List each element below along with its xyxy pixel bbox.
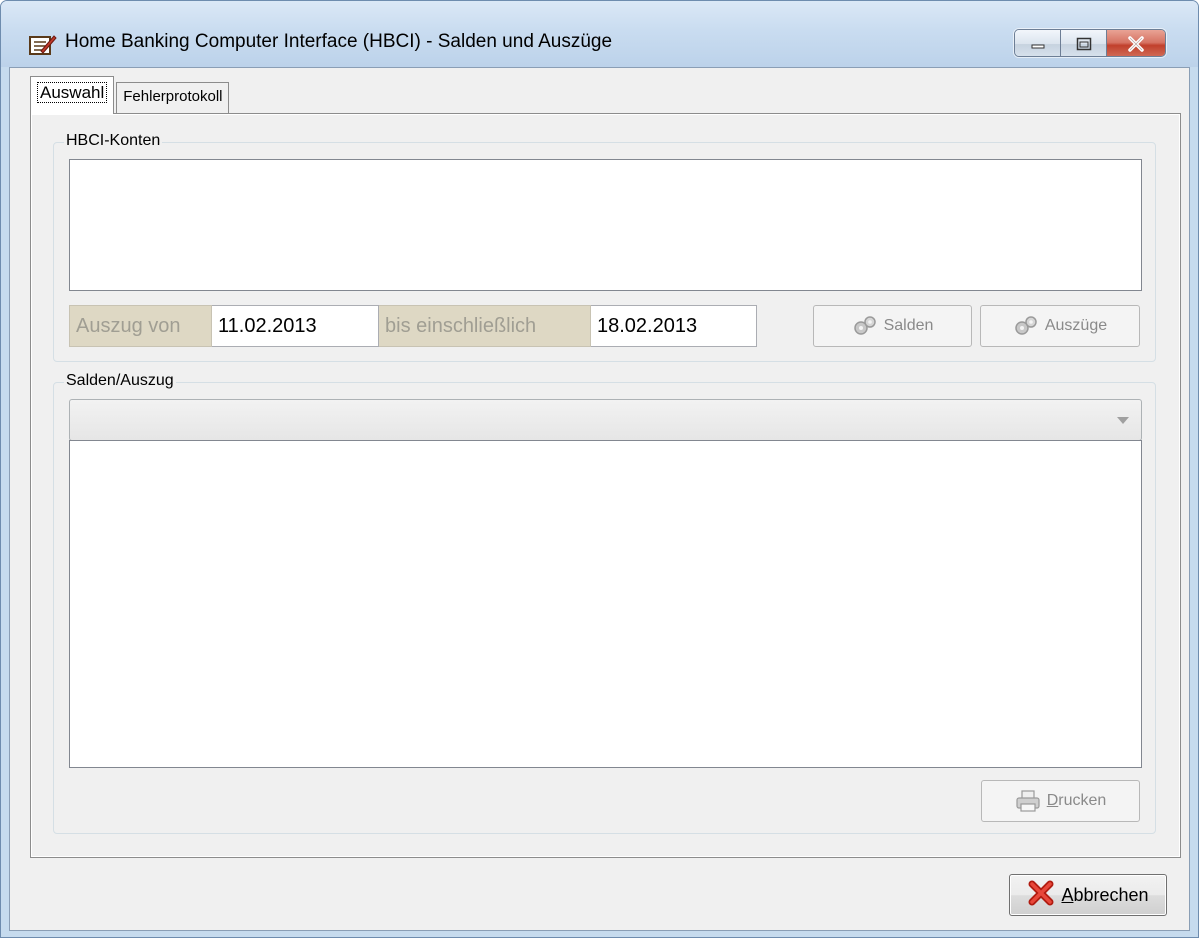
cancel-button[interactable]: Abbrechen [1009, 874, 1167, 916]
to-label: bis einschließlich [379, 305, 591, 347]
close-button[interactable] [1107, 30, 1165, 56]
printer-icon [1015, 789, 1041, 813]
date-range-row: Auszug von 11.02.2013 bis einschließlich… [69, 305, 757, 347]
tab-pane-auswahl: HBCI-Konten Auszug von 11.02.2013 bis ei… [30, 113, 1181, 858]
main-window: Home Banking Computer Interface (HBCI) -… [0, 0, 1199, 938]
caption-buttons [1014, 29, 1166, 57]
minimize-icon [1031, 44, 1044, 49]
accounts-group: HBCI-Konten Auszug von 11.02.2013 bis ei… [53, 132, 1156, 362]
statement-select[interactable] [69, 399, 1142, 441]
statement-group: Salden/Auszug Drucken [53, 372, 1156, 834]
minimize-button[interactable] [1015, 30, 1061, 56]
chevron-down-icon[interactable] [1117, 417, 1129, 424]
print-button-label: Drucken [1046, 792, 1107, 809]
tab-auswahl[interactable]: Auswahl [30, 76, 115, 114]
from-date-field[interactable]: 11.02.2013 [212, 305, 379, 347]
balances-button[interactable]: Salden [813, 305, 972, 347]
app-icon [29, 33, 57, 57]
statement-content[interactable] [69, 440, 1142, 768]
tab-auswahl-label: Auswahl [37, 82, 108, 103]
accounts-group-title: HBCI-Konten [64, 132, 163, 150]
tab-fehlerprotokoll-label: Fehlerprotokoll [123, 88, 223, 105]
print-button[interactable]: Drucken [981, 780, 1140, 822]
tab-strip: Auswahl Fehlerprotokoll [30, 76, 231, 114]
maximize-button[interactable] [1061, 30, 1107, 56]
gears-icon [852, 314, 878, 338]
tab-fehlerprotokoll[interactable]: Fehlerprotokoll [116, 82, 230, 114]
accounts-list[interactable] [69, 159, 1142, 291]
client-area: Auswahl Fehlerprotokoll HBCI-Konten Ausz… [9, 67, 1190, 931]
cancel-button-label: Abbrechen [1061, 884, 1149, 905]
window-title: Home Banking Computer Interface (HBCI) -… [65, 31, 613, 52]
gears-icon [1013, 314, 1039, 338]
to-date-field[interactable]: 18.02.2013 [591, 305, 757, 347]
statements-button[interactable]: Auszüge [980, 305, 1140, 347]
cancel-icon [1027, 880, 1055, 911]
close-icon [1128, 36, 1144, 52]
from-label: Auszug von [69, 305, 212, 347]
balances-button-label: Salden [883, 317, 934, 334]
statements-button-label: Auszüge [1044, 317, 1108, 334]
maximize-icon [1076, 37, 1091, 51]
title-bar[interactable]: Home Banking Computer Interface (HBCI) -… [1, 1, 1198, 67]
statement-group-title: Salden/Auszug [64, 372, 176, 390]
